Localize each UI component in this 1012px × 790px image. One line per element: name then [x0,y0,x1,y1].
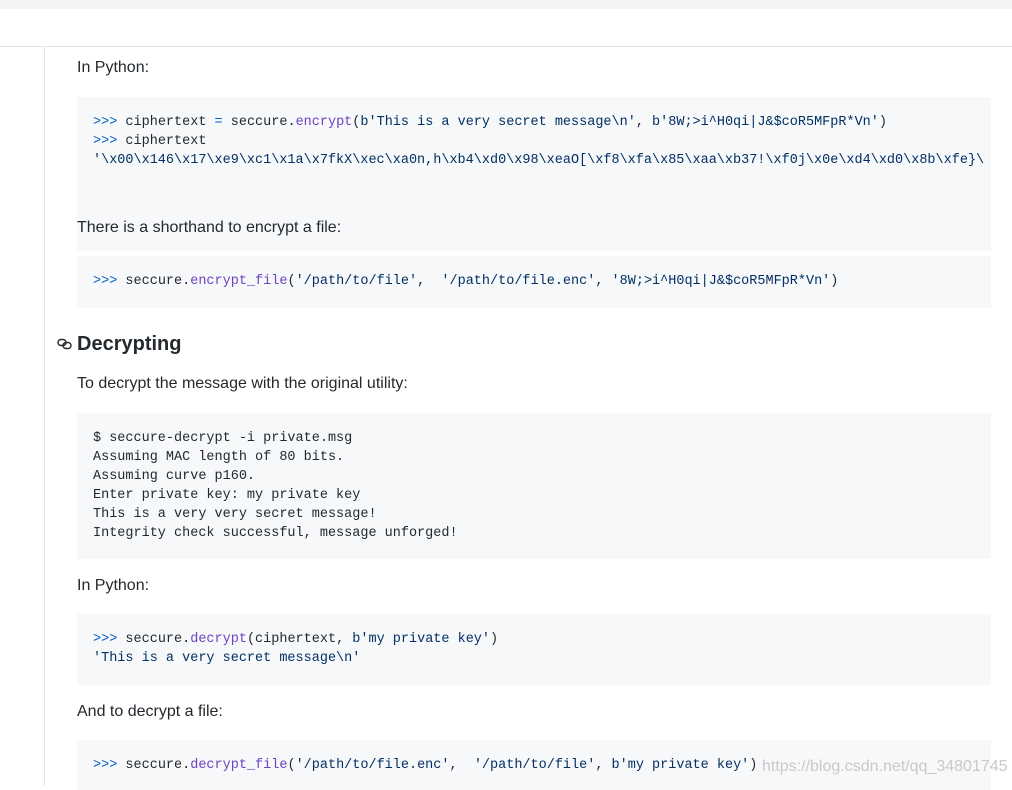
paragraph-decrypt-utility: To decrypt the message with the original… [77,375,408,392]
paragraph-decrypt-file: And to decrypt a file: [77,703,223,720]
code-string: '/path/to/file' [473,758,596,773]
code-text: >>> seccure.decrypt(ciphertext, b'my pri… [93,630,498,668]
code-string: b'This is a very secret message\n' [360,115,636,130]
code-token: , [635,115,653,130]
link-icon[interactable] [57,337,73,351]
code-text: >>> seccure.decrypt_file('/path/to/file.… [93,756,757,775]
code-function: decrypt [190,632,247,647]
prompt: >>> [93,758,118,773]
code-text: >>> ciphertext = seccure.encrypt(b'This … [93,113,984,170]
code-string: '/path/to/file.enc' [295,758,450,773]
code-line: This is a very very secret message! [93,507,377,522]
code-token: seccure. [222,115,296,130]
top-bar [0,0,1012,9]
code-function: encrypt_file [190,274,288,289]
code-text: >>> seccure.encrypt_file('/path/to/file'… [93,272,838,291]
code-line: Enter private key: my private key [93,488,361,503]
code-token: (ciphertext, [246,632,353,647]
code-string: b'my private key' [352,632,491,647]
code-token: , [595,274,612,289]
paragraph-in-python-2: In Python: [77,577,150,594]
left-border [44,46,45,786]
code-output: 'This is a very secret message\n' [93,651,361,666]
code-line: Integrity check successful, message unfo… [93,526,458,541]
code-token: ) [749,758,758,773]
code-token: ( [287,758,296,773]
code-block-decrypt-python[interactable]: >>> seccure.decrypt(ciphertext, b'my pri… [77,614,991,685]
code-token: ciphertext [117,134,207,149]
code-token: ( [287,274,296,289]
divider [0,46,1012,47]
code-operator: = [214,115,223,130]
prompt: >>> [93,115,118,130]
paragraph-shorthand-encrypt: There is a shorthand to encrypt a file: [77,219,342,236]
code-token: ) [490,632,499,647]
code-line: $ seccure-decrypt -i private.msg [93,431,353,446]
code-token: ciphertext [117,115,215,130]
code-token: seccure. [117,274,191,289]
code-output: '\x00\x146\x17\xe9\xc1\x1a\x7fkX\xec\xa0… [93,153,985,168]
code-string: '8W;>i^H0qi|J&$coR5MFpR*Vn' [611,274,831,289]
code-token: ) [830,274,839,289]
code-string: b'8W;>i^H0qi|J&$coR5MFpR*Vn' [652,115,879,130]
watermark: https://blog.csdn.net/qq_34801745 [762,758,1008,775]
code-string: '/path/to/file' [295,274,418,289]
paragraph-in-python: In Python: [77,59,150,76]
code-string: b'my private key' [611,758,750,773]
prompt: >>> [93,632,118,647]
code-token: seccure. [117,632,191,647]
prompt: >>> [93,134,118,149]
code-token: , [449,758,474,773]
code-line: Assuming MAC length of 80 bits. [93,450,345,465]
code-block-decrypt-shell[interactable]: $ seccure-decrypt -i private.msg Assumin… [77,413,991,559]
code-token: seccure. [117,758,191,773]
prompt: >>> [93,274,118,289]
code-function: decrypt_file [190,758,288,773]
code-string: '/path/to/file.enc' [441,274,596,289]
code-token: , [417,274,442,289]
code-function: encrypt [295,115,353,130]
code-token: ) [878,115,887,130]
code-block-encrypt-file[interactable]: >>> seccure.encrypt_file('/path/to/file'… [77,256,991,308]
code-line: Assuming curve p160. [93,469,256,484]
code-text: $ seccure-decrypt -i private.msg Assumin… [93,429,458,543]
heading-decrypting: Decrypting [77,333,182,355]
code-token: , [595,758,612,773]
